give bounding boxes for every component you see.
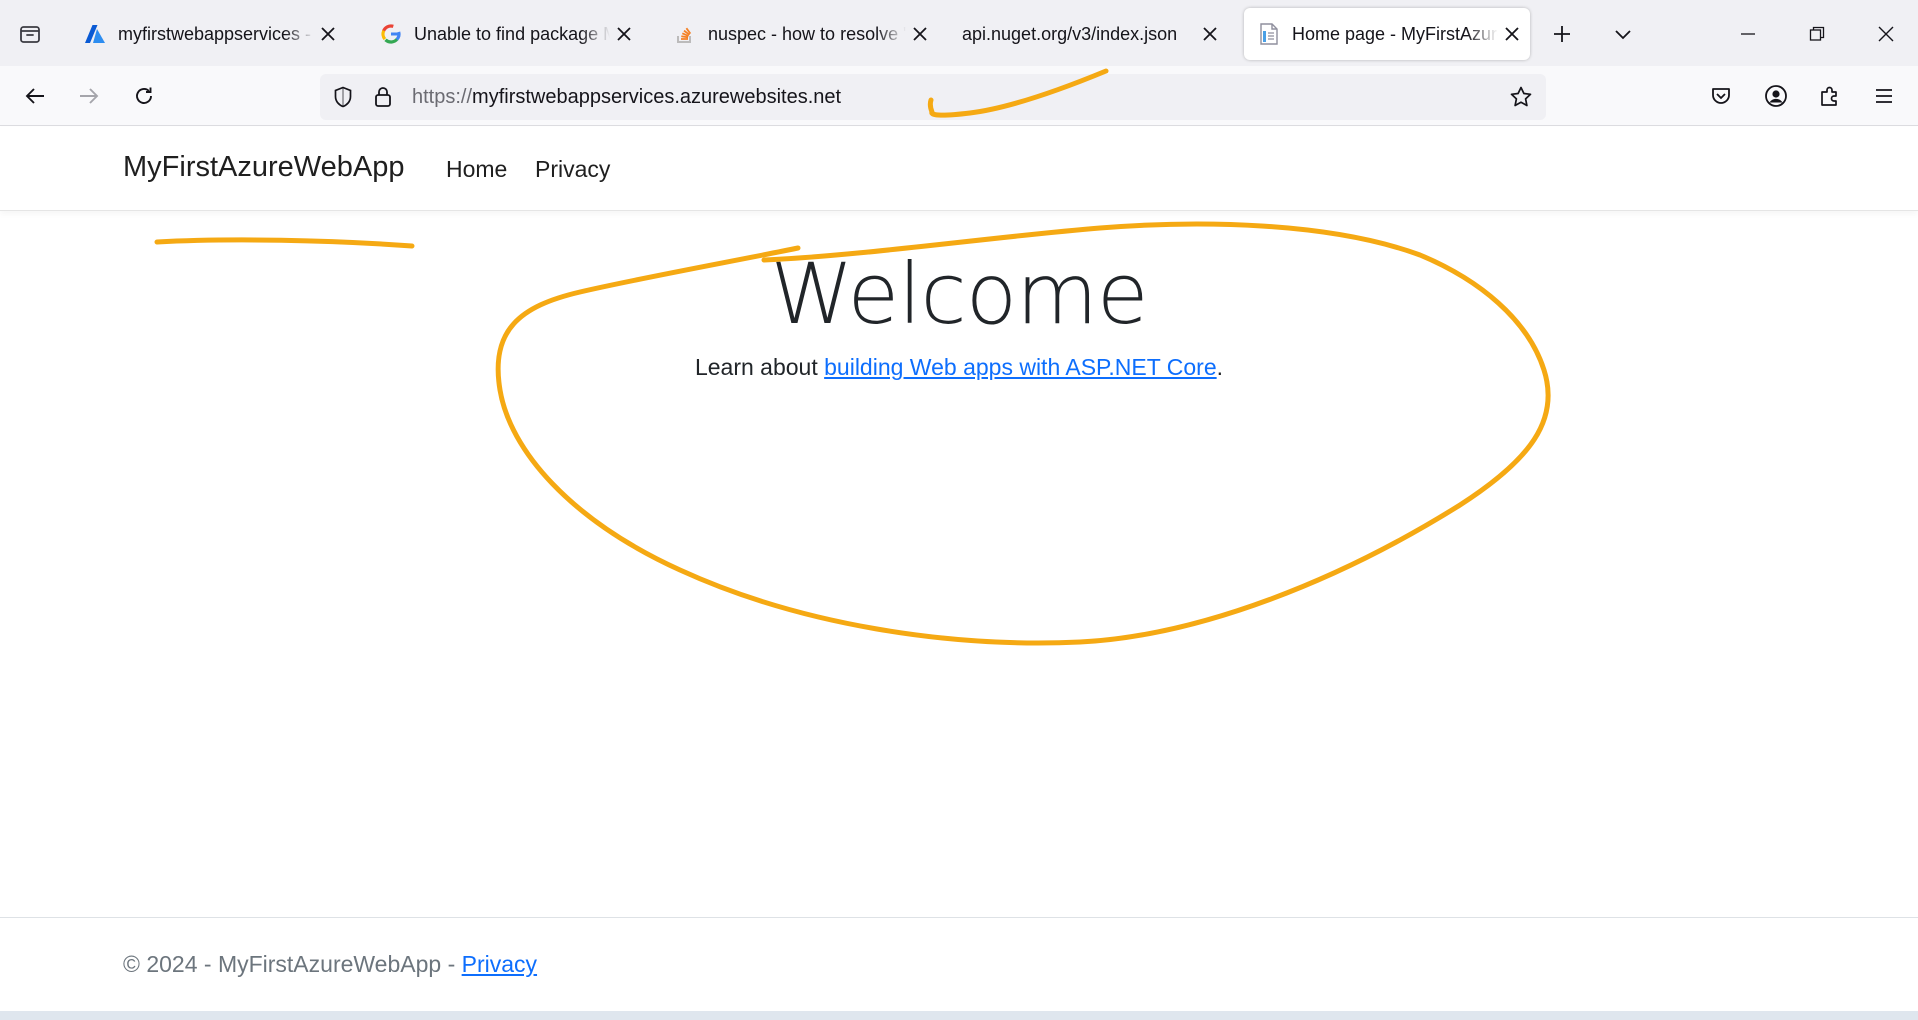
- close-tab-icon[interactable]: [610, 20, 638, 48]
- site-footer: © 2024 - MyFirstAzureWebApp - Privacy: [0, 917, 1918, 1011]
- azure-icon: [84, 23, 106, 45]
- site-header: MyFirstAzureWebApp Home Privacy: [0, 127, 1918, 211]
- lock-icon[interactable]: [370, 84, 396, 110]
- taskbar-edge: [0, 1011, 1918, 1020]
- bookmark-star-icon[interactable]: [1508, 84, 1534, 110]
- tab-title: myfirstwebappservices - Microsoft Azure: [118, 23, 314, 44]
- browser-tab[interactable]: myfirstwebappservices - Microsoft Azure: [70, 8, 346, 60]
- close-tab-icon[interactable]: [906, 20, 934, 48]
- navigation-toolbar: https://myfirstwebappservices.azurewebsi…: [0, 66, 1918, 126]
- shield-icon[interactable]: [330, 84, 356, 110]
- close-tab-icon[interactable]: [1196, 20, 1224, 48]
- intro-suffix: .: [1216, 354, 1224, 380]
- intro-paragraph: Learn about building Web apps with ASP.N…: [0, 354, 1918, 381]
- back-icon[interactable]: [17, 78, 53, 114]
- list-all-tabs-icon[interactable]: [1605, 16, 1641, 52]
- tab-title: api.nuget.org/v3/index.json: [962, 23, 1178, 44]
- address-bar[interactable]: https://myfirstwebappservices.azurewebsi…: [320, 74, 1546, 120]
- footer-copyright: © 2024 - MyFirstAzureWebApp -: [123, 951, 462, 977]
- close-tab-icon[interactable]: [314, 20, 342, 48]
- tab-title: Unable to find package Microsoft: [414, 23, 610, 44]
- url-scheme: https://: [412, 86, 473, 108]
- stackoverflow-icon: [674, 23, 696, 45]
- pocket-icon[interactable]: [1703, 78, 1739, 114]
- account-icon[interactable]: [1758, 78, 1794, 114]
- extensions-icon[interactable]: [1812, 78, 1848, 114]
- reload-icon[interactable]: [126, 78, 162, 114]
- google-icon: [380, 23, 402, 45]
- page-title: Welcome: [770, 245, 1148, 343]
- close-window-icon[interactable]: [1868, 16, 1904, 52]
- browser-tab[interactable]: Unable to find package Microsoft: [366, 8, 642, 60]
- tab-title: nuspec - how to resolve "Unable: [708, 23, 906, 44]
- forward-icon[interactable]: [71, 78, 107, 114]
- tab-strip: myfirstwebappservices - Microsoft Azure …: [0, 0, 1918, 66]
- menu-icon[interactable]: [1866, 78, 1902, 114]
- browser-tab[interactable]: nuspec - how to resolve "Unable: [660, 8, 938, 60]
- footer-privacy-link[interactable]: Privacy: [462, 951, 537, 977]
- footer-text: © 2024 - MyFirstAzureWebApp - Privacy: [123, 951, 537, 978]
- nav-home-link[interactable]: Home: [446, 156, 507, 183]
- minimize-icon[interactable]: [1730, 16, 1766, 52]
- site-brand[interactable]: MyFirstAzureWebApp: [123, 151, 405, 184]
- intro-prefix: Learn about: [694, 354, 825, 380]
- url-host: myfirstwebappservices.azurewebsites.net: [472, 86, 842, 108]
- restore-icon[interactable]: [1799, 16, 1835, 52]
- browser-tab-active[interactable]: Home page - MyFirstAzureWebApp: [1244, 8, 1530, 60]
- close-tab-icon[interactable]: [1498, 20, 1526, 48]
- nav-privacy-link[interactable]: Privacy: [535, 156, 610, 183]
- page-icon: [1258, 23, 1280, 45]
- aspnet-docs-link[interactable]: building Web apps with ASP.NET Core: [824, 354, 1217, 380]
- browser-tab[interactable]: api.nuget.org/v3/index.json: [948, 8, 1228, 60]
- tab-title: Home page - MyFirstAzureWebApp: [1292, 23, 1498, 44]
- tab-groups-icon[interactable]: [12, 16, 48, 52]
- url-text[interactable]: https://myfirstwebappservices.azurewebsi…: [412, 86, 841, 109]
- new-tab-icon[interactable]: [1544, 16, 1580, 52]
